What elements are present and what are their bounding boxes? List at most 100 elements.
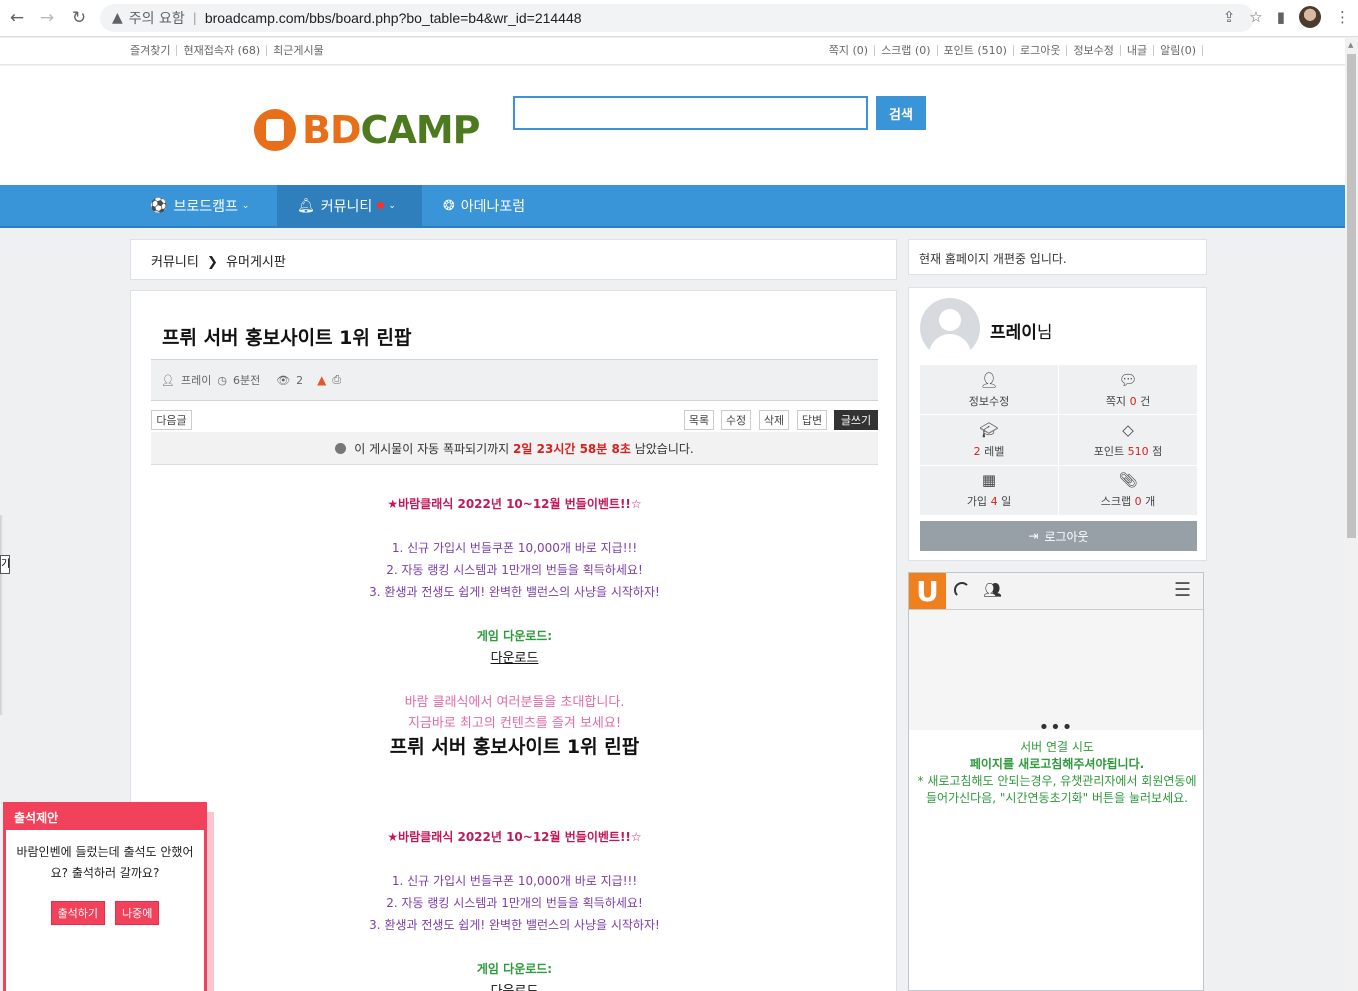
article-meta: 👤︎ 프레이 ◷ 6분전 👁︎ 2 ▲ ⎙ [151, 359, 878, 401]
reload-icon[interactable]: ↻ [64, 3, 94, 33]
url-text[interactable]: broadcamp.com/bbs/board.php?bo_table=b4&… [205, 10, 582, 26]
attend-button[interactable]: 출석하기 [50, 901, 106, 925]
report-icon[interactable]: ▲ [317, 373, 326, 387]
bomb-icon [335, 442, 347, 454]
logo-text-camp: CAMP [360, 108, 481, 152]
profile-join-days[interactable]: ▦ 가입 4 일 [920, 465, 1058, 515]
article-title: 프뤼 서버 홍보사이트 1위 린팝 [162, 327, 412, 349]
invite-line: 바람 클래식에서 여러분들을 초대합니다. [404, 695, 625, 710]
breadcrumb-board[interactable]: 유머게시판 [226, 255, 286, 270]
article-time: 6분전 [232, 374, 261, 387]
download-label: 게임 다운로드: [476, 962, 553, 976]
search-button[interactable]: 검색 [876, 96, 926, 130]
comment-icon: 💬︎ [1118, 370, 1138, 389]
article-views: 2 [296, 373, 304, 387]
profile-scrap[interactable]: 📎︎ 스크랩 0 개 [1059, 465, 1197, 515]
nav-item-community[interactable]: 🔔︎ 커뮤니티 ⌄ [277, 185, 422, 226]
write-button[interactable]: 글쓰기 [834, 410, 878, 430]
loading-spinner-icon [954, 582, 970, 598]
nav-label: 브로드캠프 [173, 198, 238, 215]
article-button-row: 다음글 목록 수정 삭제 답변 글쓰기 [151, 408, 878, 432]
top-links-left: 즐겨찾기 현재접속자 (68) 최근게시물 [130, 45, 330, 56]
top-link-logout[interactable]: 로그아웃 [1014, 45, 1068, 56]
profile-edit-info[interactable]: 👤︎ 정보수정 [920, 365, 1058, 415]
side-shadow [0, 515, 3, 715]
body-line: 2. 자동 랭킹 시스템과 1만개의 번들을 획득하세요! [386, 896, 643, 910]
logout-button[interactable]: ⇥ 로그아웃 [920, 521, 1197, 551]
hamburger-menu-icon[interactable]: ☰ [1174, 579, 1191, 601]
more-menu-icon[interactable]: ⋮ [1335, 8, 1350, 26]
bell-icon: 🔔︎ [297, 197, 315, 214]
popup-shadow [207, 812, 214, 991]
edit-button[interactable]: 수정 [721, 410, 751, 430]
notice-text: 현재 홈페이지 개편중 입니다. [919, 252, 1067, 266]
body-line: 2. 자동 랭킹 시스템과 1만개의 번들을 획득하세요! [386, 563, 643, 577]
reply-button[interactable]: 답변 [797, 410, 827, 430]
profile-point[interactable]: ◇ 포인트 510 점 [1059, 415, 1197, 465]
countdown-time: 2일 23시간 58분 8초 [513, 441, 631, 456]
attendance-popup: 출석제안 바람인벤에 들렀는데 출석도 안했어요? 출석하러 갈까요? 출석하기… [3, 802, 207, 991]
list-button[interactable]: 목록 [684, 410, 714, 430]
invite-line: 지금바로 최고의 컨텐츠를 즐겨 보세요! [407, 716, 622, 731]
nav-item-broadcamp[interactable]: ⚽ 브로드캠프 ⌄ [150, 185, 249, 226]
scrollbar-thumb[interactable] [1347, 54, 1356, 538]
attendance-popup-buttons: 출석하기 나중에 [6, 901, 204, 925]
top-link-recent-posts[interactable]: 최근게시물 [267, 45, 330, 56]
forward-icon[interactable]: → [32, 3, 62, 33]
nav-label: 커뮤니티 [320, 198, 373, 215]
user-plus-icon: 👤︎ [979, 370, 999, 389]
attendance-popup-title: 출석제안 [6, 802, 204, 830]
browser-toolbar: ← → ↻ ▲ 주의 요함 | broadcamp.com/bbs/board.… [0, 0, 1358, 37]
clock-icon: ◷ [217, 373, 227, 387]
top-link-my-posts[interactable]: 내글 [1121, 45, 1155, 56]
bookmark-star-icon[interactable]: ☆ [1249, 8, 1262, 26]
main-navigation: ⚽ 브로드캠프 ⌄ 🔔︎ 커뮤니티 ⌄ ❂ 아데나포럼 [0, 185, 1345, 228]
address-bar[interactable]: ▲ 주의 요함 | broadcamp.com/bbs/board.php?bo… [100, 4, 1254, 32]
delete-button[interactable]: 삭제 [759, 410, 789, 430]
nav-item-adena-forum[interactable]: ❂ 아데나포럼 [443, 185, 525, 226]
browser-actions: ⇪ ☆ ▮ ⋮ [1223, 6, 1350, 28]
uchat-logo[interactable]: U [909, 573, 946, 609]
share-icon[interactable]: ⇪ [1223, 8, 1236, 26]
top-link-scrap[interactable]: 스크랩 (0) [875, 45, 938, 56]
side-panel-icon[interactable]: ▮ [1277, 8, 1285, 26]
profile-avatar[interactable] [1299, 6, 1321, 28]
article-author[interactable]: 프레이 [181, 372, 211, 388]
profile-grid: 👤︎ 정보수정 💬︎ 쪽지 0 건 🎓︎ 2 레벨 ◇ 포인트 510 점 ▦ … [920, 365, 1197, 515]
breadcrumb-section[interactable]: 커뮤니티 [151, 255, 199, 270]
avatar[interactable] [920, 298, 980, 358]
site-logo[interactable]: BD CAMP [254, 108, 481, 152]
print-icon[interactable]: ⎙ [332, 373, 341, 387]
top-link-notifications[interactable]: 알림(0) [1154, 45, 1203, 56]
users-icon[interactable]: 👥︎ [983, 581, 1002, 599]
profile-name: 프레이님 [990, 323, 1053, 343]
top-link-online-users[interactable]: 현재접속자 (68) [177, 45, 268, 56]
top-link-memo[interactable]: 쪽지 (0) [823, 45, 876, 56]
nav-label: 아데나포럼 [460, 198, 526, 215]
article-panel: 프뤼 서버 홍보사이트 1위 린팝 👤︎ 프레이 ◷ 6분전 👁︎ 2 ▲ ⎙ … [130, 290, 897, 991]
download-link[interactable]: 다운로드 [491, 651, 539, 666]
body-line: 1. 신규 가입시 번들쿠폰 10,000개 바로 지급!!! [391, 874, 638, 888]
top-link-edit-info[interactable]: 정보수정 [1067, 45, 1121, 56]
profile-panel: 프레이님 👤︎ 정보수정 💬︎ 쪽지 0 건 🎓︎ 2 레벨 ◇ 포인트 510… [908, 287, 1207, 561]
top-link-favorites[interactable]: 즐겨찾기 [130, 45, 178, 56]
body-line: 3. 환생과 전생도 쉽게! 완벽한 밸런스의 사냥을 시작하자! [369, 918, 660, 932]
page-scrollbar[interactable]: ▲ [1345, 38, 1358, 991]
profile-memo[interactable]: 💬︎ 쪽지 0 건 [1059, 365, 1197, 415]
scroll-up-icon[interactable]: ▲ [1348, 41, 1353, 49]
site-notice: 현재 홈페이지 개편중 입니다. [908, 239, 1207, 275]
back-icon[interactable]: ← [2, 3, 32, 33]
event-title: ★바람클래식 2022년 10~12월 번들이벤트!!☆ [387, 830, 642, 844]
profile-level[interactable]: 🎓︎ 2 레벨 [920, 415, 1058, 465]
search-input[interactable] [513, 96, 868, 130]
later-button[interactable]: 나중에 [115, 901, 160, 925]
graduation-cap-icon: 🎓︎ [979, 420, 999, 439]
top-link-point[interactable]: 포인트 (510) [938, 45, 1014, 56]
download-link[interactable]: 다운로드 [491, 984, 539, 991]
side-tab[interactable]: 기 [0, 555, 10, 574]
event-title: ★바람클래식 2022년 10~12월 번들이벤트!!☆ [387, 497, 642, 511]
chat-message-area [909, 610, 1203, 730]
attendance-popup-message: 바람인벤에 들렀는데 출석도 안했어요? 출석하러 갈까요? [16, 845, 194, 880]
next-post-button[interactable]: 다음글 [151, 410, 192, 430]
chevron-down-icon: ⌄ [388, 200, 396, 211]
